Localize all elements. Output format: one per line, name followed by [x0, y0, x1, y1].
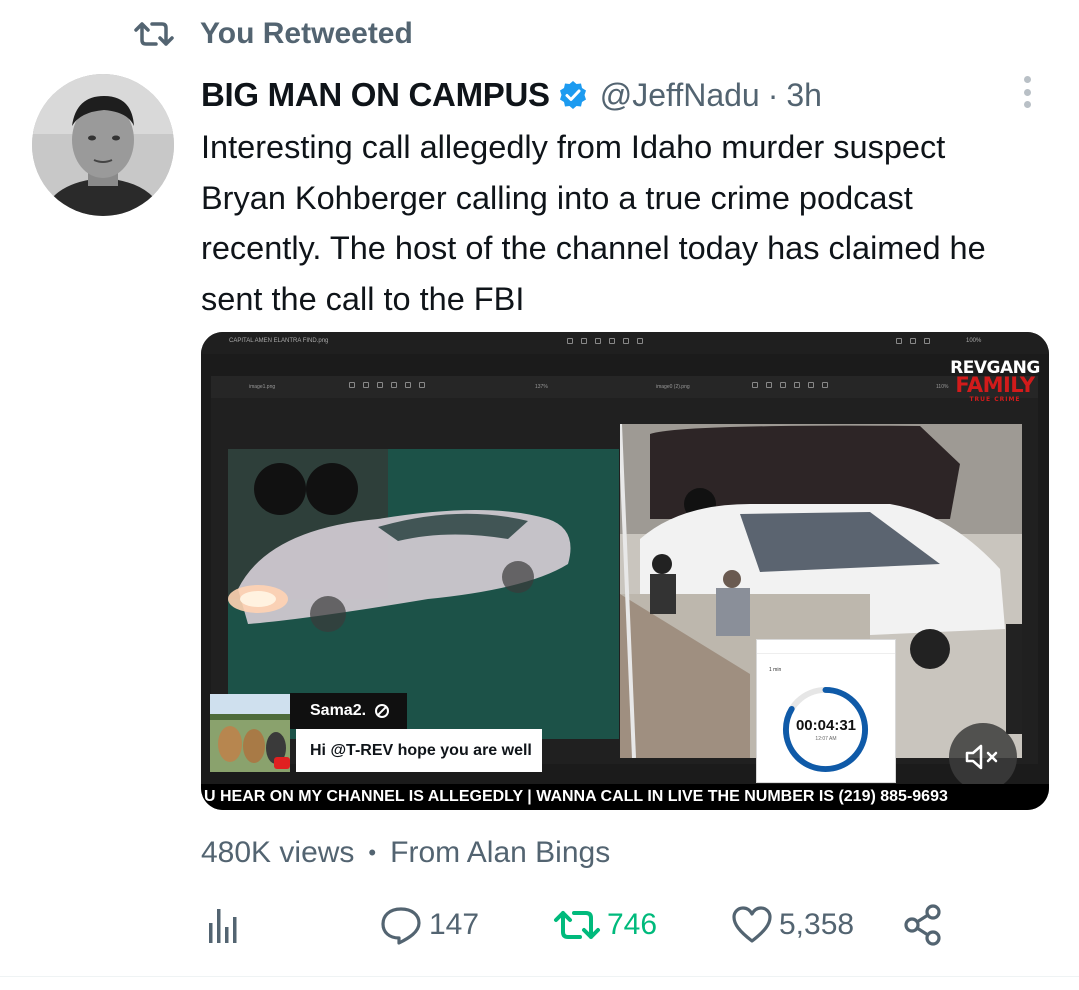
mute-button[interactable]	[949, 723, 1017, 791]
retweet-label: You Retweeted	[200, 17, 413, 50]
retweet-context: You Retweeted	[134, 14, 413, 54]
retweet-icon	[134, 22, 174, 46]
retweet-count: 746	[607, 908, 658, 941]
display-name[interactable]: BIG MAN ON CAMPUS	[201, 76, 550, 114]
separator: ·	[767, 76, 779, 113]
more-options-icon[interactable]	[1012, 70, 1042, 114]
youtube-icon	[274, 757, 290, 769]
source-attribution[interactable]: From Alan Bings	[390, 836, 610, 870]
like-button[interactable]: 5,358	[731, 895, 854, 955]
timestamp[interactable]: 3h	[786, 77, 822, 114]
clock-timer-window: 1 min 00:04:31 12:07 AM	[756, 639, 896, 783]
share-button[interactable]	[903, 895, 943, 955]
analytics-button[interactable]	[205, 895, 241, 955]
share-icon	[904, 904, 941, 946]
tweet-actions: 147 746 5,358	[201, 895, 961, 955]
views-count: 480K views	[201, 836, 355, 869]
blocked-circle-icon	[375, 704, 390, 718]
meta-separator: •	[368, 840, 377, 865]
speaker-muted-icon	[965, 744, 998, 770]
reply-button[interactable]: 147	[379, 895, 479, 955]
tweet-divider	[0, 976, 1079, 977]
viewer-titlebar: CAPITAL AMEN ELANTRA FIND.png 100%	[201, 332, 1049, 354]
tweet-meta: 480K views • From Alan Bings	[201, 833, 610, 873]
retweet-button[interactable]: 746	[553, 895, 657, 955]
verified-badge-icon	[559, 81, 586, 109]
reply-bubble-icon	[381, 907, 421, 945]
bar-chart-icon	[209, 909, 237, 943]
reply-count: 147	[429, 908, 480, 941]
brand-watermark: REVGANG FAMILY TRUE CRIME	[950, 358, 1040, 403]
heart-icon	[732, 906, 772, 943]
chat-message: Hi @T-REV hope you are well	[296, 729, 542, 772]
retweet-icon	[554, 911, 600, 939]
tweet-text: Interesting call allegedly from Idaho mu…	[201, 129, 986, 317]
like-count: 5,358	[779, 908, 855, 941]
chat-username: Sama2.	[290, 693, 407, 729]
handle[interactable]: @JeffNadu	[600, 77, 760, 114]
avatar[interactable]	[32, 74, 174, 216]
tweet-header: BIG MAN ON CAMPUS @JeffNadu · 3h	[201, 72, 822, 118]
tweet-media-video[interactable]: CAPITAL AMEN ELANTRA FIND.png 100% image…	[201, 332, 1049, 810]
news-ticker: U HEAR ON MY CHANNEL IS ALLEGEDLY | WANN…	[201, 784, 1049, 810]
